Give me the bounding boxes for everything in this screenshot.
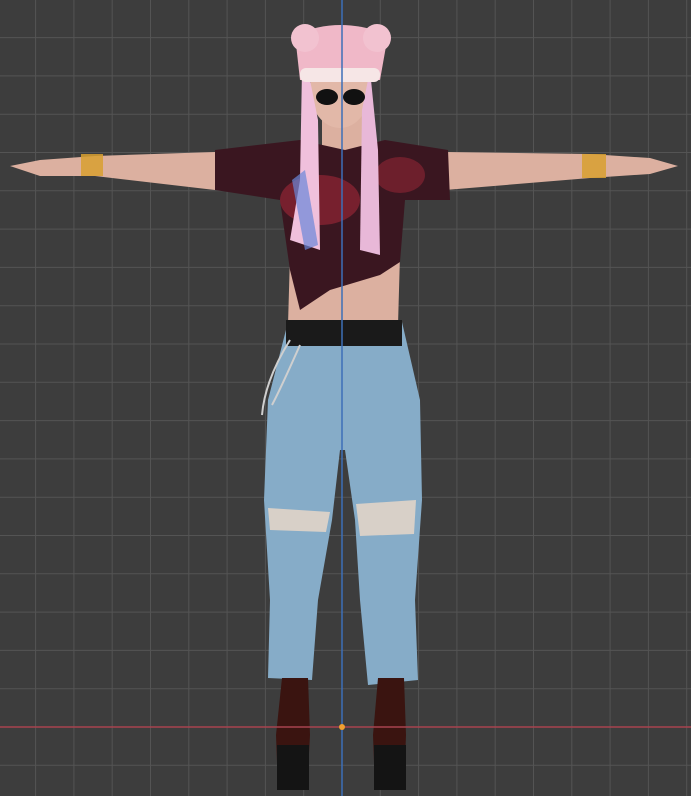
origin-point [339,724,345,730]
3d-viewport[interactable] [0,0,691,796]
viewport-axes [0,0,691,796]
